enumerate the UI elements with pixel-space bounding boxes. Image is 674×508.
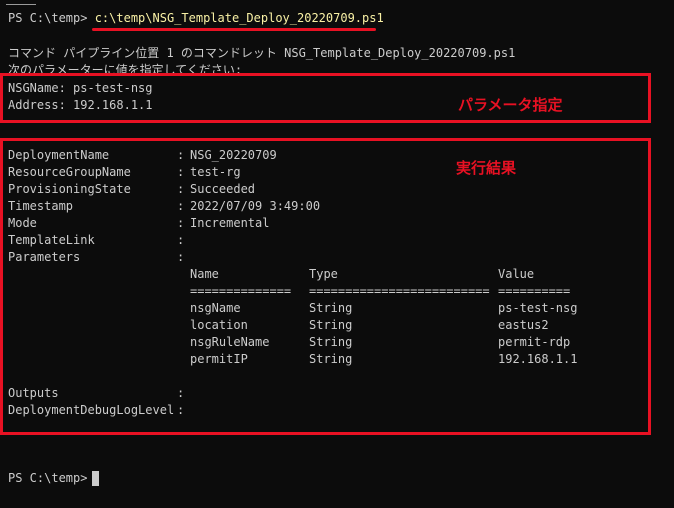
field-value: 2022/07/09 3:49:00 — [190, 199, 321, 213]
field-value: test-rg — [190, 165, 241, 179]
separator-name: ============== — [190, 284, 292, 298]
field-separator: : — [177, 386, 185, 400]
top-edge-line — [6, 4, 36, 5]
cell-type: String — [309, 318, 353, 332]
cell-name: location — [190, 318, 248, 332]
column-header-value: Value — [498, 267, 535, 281]
message-line: コマンド パイプライン位置 1 のコマンドレット NSG_Template_De… — [8, 46, 516, 60]
prompt-line[interactable]: PS C:\temp> — [8, 470, 95, 487]
separator-type: ========================= — [309, 284, 490, 298]
cell-name: permitIP — [190, 352, 248, 366]
command-underline — [92, 28, 376, 31]
result-annotation: 実行結果 — [456, 159, 517, 177]
field-name: Outputs — [8, 386, 59, 400]
column-header-name: Name — [190, 267, 219, 281]
text-cursor — [92, 471, 99, 486]
field-separator: : — [177, 182, 185, 196]
cell-value: ps-test-nsg — [498, 301, 578, 315]
field-separator: : — [177, 250, 185, 264]
field-name: DeploymentName — [8, 148, 110, 162]
field-name: ProvisioningState — [8, 182, 131, 196]
field-separator: : — [177, 199, 185, 213]
field-separator: : — [177, 233, 185, 247]
field-name: Timestamp — [8, 199, 74, 213]
field-value: Incremental — [190, 216, 270, 230]
field-value: NSG_20220709 — [190, 148, 277, 162]
field-value: Succeeded — [190, 182, 256, 196]
column-header-type: Type — [309, 267, 338, 281]
cell-type: String — [309, 335, 353, 349]
field-name: ResourceGroupName — [8, 165, 131, 179]
cell-value: 192.168.1.1 — [498, 352, 578, 366]
field-name: Mode — [8, 216, 37, 230]
field-separator: : — [177, 165, 185, 179]
param-input-line: NSGName: ps-test-nsg — [8, 81, 153, 95]
field-name: TemplateLink — [8, 233, 95, 247]
field-separator: : — [177, 148, 185, 162]
field-separator: : — [177, 403, 185, 417]
field-name: Parameters — [8, 250, 81, 264]
params-annotation: パラメータ指定 — [458, 96, 563, 114]
cell-type: String — [309, 352, 353, 366]
prompt-text: PS C:\temp> — [8, 11, 95, 25]
field-name: DeploymentDebugLogLevel — [8, 403, 175, 417]
field-separator: : — [177, 216, 185, 230]
cell-name: nsgName — [190, 301, 241, 315]
separator-value: ========== — [498, 284, 571, 298]
command-text: c:\temp\NSG_Template_Deploy_20220709.ps1 — [94, 11, 384, 25]
cell-name: nsgRuleName — [190, 335, 270, 349]
param-input-line: Address: 192.168.1.1 — [8, 98, 153, 112]
cell-type: String — [309, 301, 353, 315]
cell-value: permit-rdp — [498, 335, 571, 349]
cell-value: eastus2 — [498, 318, 549, 332]
command-line: PS C:\temp> c:\temp\NSG_Template_Deploy_… — [8, 10, 384, 27]
